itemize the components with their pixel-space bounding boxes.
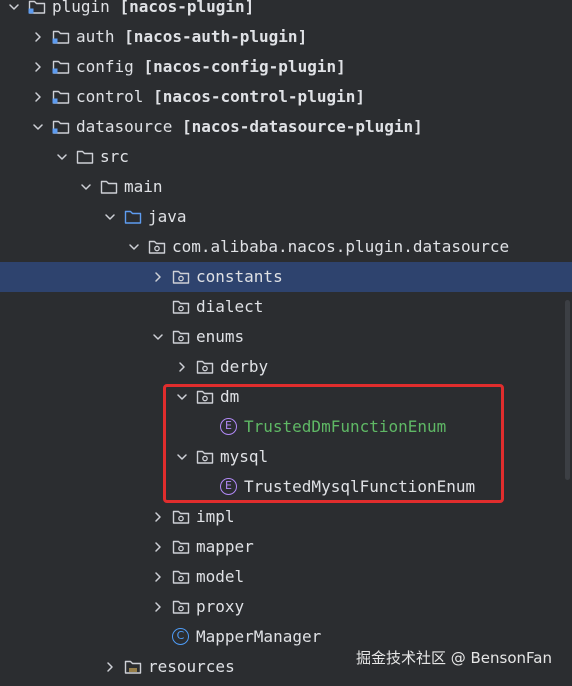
tree-node-src[interactable]: src xyxy=(0,142,572,172)
tree-node-label: impl xyxy=(196,507,235,526)
chevron-down-icon[interactable] xyxy=(174,382,190,412)
tree-node-model[interactable]: model xyxy=(0,562,572,592)
class-icon: C xyxy=(172,628,189,645)
folder-icon xyxy=(100,179,118,195)
chevron-right-icon[interactable] xyxy=(30,22,46,52)
package-folder-icon xyxy=(172,299,190,315)
scrollbar[interactable] xyxy=(565,300,570,480)
tree-node-java[interactable]: java xyxy=(0,202,572,232)
tree-node-label: resources xyxy=(148,657,235,676)
chevron-down-icon[interactable] xyxy=(6,0,22,22)
source-folder-icon xyxy=(124,209,142,225)
tree-node-auth[interactable]: auth [nacos-auth-plugin] xyxy=(0,22,572,52)
tree-node-label: enums xyxy=(196,327,245,346)
tree-node-mysql[interactable]: mysql xyxy=(0,442,572,472)
tree-node-label: TrustedMysqlFunctionEnum xyxy=(244,477,476,496)
package-folder-icon xyxy=(172,509,190,525)
enum-icon: E xyxy=(220,478,237,495)
chevron-down-icon[interactable] xyxy=(78,172,94,202)
chevron-down-icon[interactable] xyxy=(174,442,190,472)
package-folder-icon xyxy=(172,329,190,345)
chevron-down-icon[interactable] xyxy=(126,232,142,262)
watermark: 掘金技术社区 @ BensonFan xyxy=(355,649,552,667)
tree-node-label: control [nacos-control-plugin] xyxy=(76,87,365,106)
package-folder-icon xyxy=(196,389,214,405)
module-folder-icon xyxy=(52,89,70,105)
chevron-right-icon[interactable] xyxy=(150,262,166,292)
tree-node-enums[interactable]: enums xyxy=(0,322,572,352)
tree-node-dm[interactable]: dm xyxy=(0,382,572,412)
tree-node-label: proxy xyxy=(196,597,245,616)
tree-node-trusteddmfunctionenum[interactable]: E TrustedDmFunctionEnum xyxy=(0,412,572,442)
tree-node-label: plugin [nacos-plugin] xyxy=(52,0,255,16)
module-folder-icon xyxy=(28,0,46,15)
tree-node-label: dm xyxy=(220,387,240,406)
tree-node-label: com.alibaba.nacos.plugin.datasource xyxy=(172,237,510,256)
module-folder-icon xyxy=(52,119,70,135)
tree-node-label: TrustedDmFunctionEnum xyxy=(244,417,447,436)
tree-node-plugin[interactable]: plugin [nacos-plugin] xyxy=(0,0,572,22)
chevron-right-icon[interactable] xyxy=(174,352,190,382)
chevron-right-icon[interactable] xyxy=(30,82,46,112)
chevron-right-icon[interactable] xyxy=(150,592,166,622)
package-folder-icon xyxy=(148,239,166,255)
chevron-right-icon[interactable] xyxy=(150,502,166,532)
tree-node-config[interactable]: config [nacos-config-plugin] xyxy=(0,52,572,82)
package-folder-icon xyxy=(172,269,190,285)
package-folder-icon xyxy=(196,359,214,375)
enum-icon: E xyxy=(220,418,237,435)
package-folder-icon xyxy=(196,449,214,465)
tree-node-label: java xyxy=(148,207,187,226)
resources-folder-icon xyxy=(124,659,142,675)
tree-node-label: dialect xyxy=(196,297,264,316)
module-folder-icon xyxy=(52,59,70,75)
tree-node-dialect[interactable]: dialect xyxy=(0,292,572,322)
project-tree: plugin [nacos-plugin] auth [nacos-auth-pl… xyxy=(0,0,572,682)
tree-node-trustedmysqlfunctionenum[interactable]: E TrustedMysqlFunctionEnum xyxy=(0,472,572,502)
chevron-right-icon[interactable] xyxy=(102,652,118,682)
tree-node-control[interactable]: control [nacos-control-plugin] xyxy=(0,82,572,112)
folder-icon xyxy=(76,149,94,165)
chevron-right-icon[interactable] xyxy=(150,532,166,562)
chevron-right-icon[interactable] xyxy=(30,52,46,82)
chevron-down-icon[interactable] xyxy=(102,202,118,232)
package-folder-icon xyxy=(172,539,190,555)
tree-node-mapper[interactable]: mapper xyxy=(0,532,572,562)
package-folder-icon xyxy=(172,599,190,615)
tree-node-label: mapper xyxy=(196,537,254,556)
tree-node-label: datasource [nacos-datasource-plugin] xyxy=(76,117,423,136)
tree-node-label: main xyxy=(124,177,163,196)
tree-node-datasource[interactable]: datasource [nacos-datasource-plugin] xyxy=(0,112,572,142)
chevron-down-icon[interactable] xyxy=(150,322,166,352)
tree-node-label: model xyxy=(196,567,245,586)
package-folder-icon xyxy=(172,569,190,585)
tree-node-label: derby xyxy=(220,357,269,376)
chevron-down-icon[interactable] xyxy=(54,142,70,172)
chevron-right-icon[interactable] xyxy=(150,562,166,592)
tree-node-derby[interactable]: derby xyxy=(0,352,572,382)
tree-node-main[interactable]: main xyxy=(0,172,572,202)
tree-node-impl[interactable]: impl xyxy=(0,502,572,532)
tree-node-constants[interactable]: constants xyxy=(0,262,572,292)
tree-node-label: constants xyxy=(196,267,283,286)
tree-node-label: src xyxy=(100,147,129,166)
tree-node-label: MapperManager xyxy=(196,627,322,646)
tree-node-proxy[interactable]: proxy xyxy=(0,592,572,622)
tree-node-label: config [nacos-config-plugin] xyxy=(76,57,346,76)
chevron-down-icon[interactable] xyxy=(30,112,46,142)
tree-node-label: auth [nacos-auth-plugin] xyxy=(76,27,308,46)
module-folder-icon xyxy=(52,29,70,45)
tree-node-label: mysql xyxy=(220,447,269,466)
tree-node-com-alibaba-nacos-plugin-datasource[interactable]: com.alibaba.nacos.plugin.datasource xyxy=(0,232,572,262)
